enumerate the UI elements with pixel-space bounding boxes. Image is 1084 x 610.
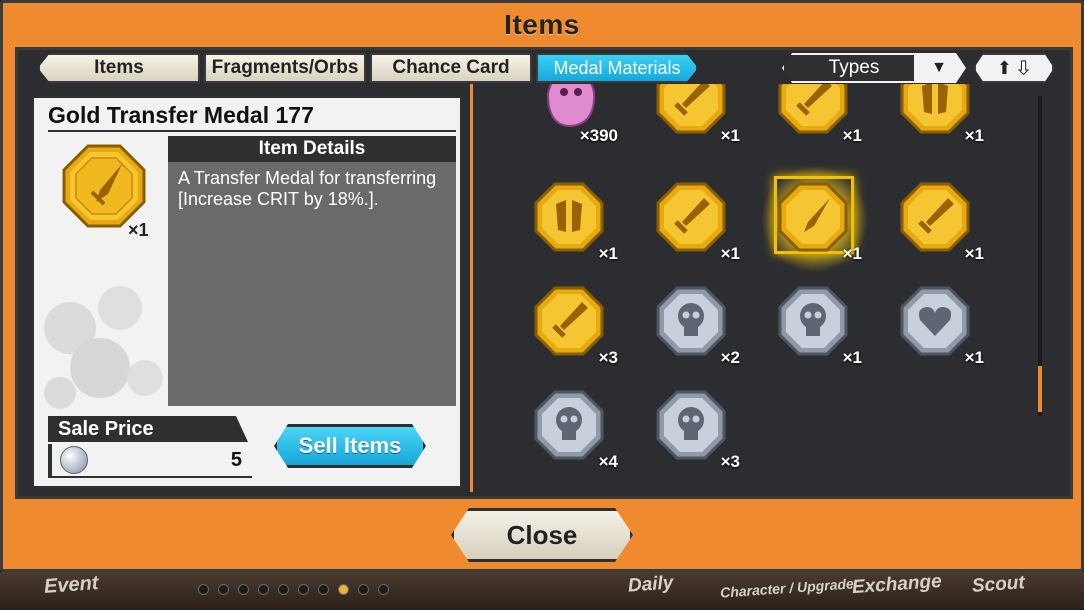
grid-item[interactable]: ×1: [508, 176, 618, 268]
item-quantity: ×1: [842, 348, 862, 367]
sell-items-button[interactable]: Sell Items: [274, 424, 426, 468]
page-dot[interactable]: [238, 584, 249, 595]
tab-chance-card[interactable]: Chance Card: [370, 53, 532, 83]
grid-item[interactable]: ×1: [752, 84, 862, 150]
tab-fragments-orbs[interactable]: Fragments/Orbs: [204, 53, 366, 83]
grid-scrollbar[interactable]: [1038, 96, 1042, 416]
silver-skull-medal-icon: [656, 390, 726, 460]
grid-item-selected[interactable]: ×1: [752, 166, 870, 272]
item-quantity: ×1: [720, 126, 740, 145]
page-dot[interactable]: [298, 584, 309, 595]
sort-down-icon: ⬇: [1016, 57, 1032, 78]
grid-item[interactable]: ×1: [874, 280, 984, 372]
item-name: Gold Transfer Medal 177: [48, 102, 456, 132]
grid-item[interactable]: ×2: [630, 280, 740, 372]
medal-grid: ×390 ×1 ×1 ×1 ×1 ×1 ×1 ×1 ×3 ×2 ×1 ×1 ×4…: [474, 84, 1054, 490]
gold-sword-medal-icon: [900, 182, 970, 252]
page-dot[interactable]: [258, 584, 269, 595]
tab-bar: Items Fragments/Orbs Chance Card Medal M…: [38, 53, 698, 85]
nav-event[interactable]: Event: [43, 572, 99, 599]
nav-daily[interactable]: Daily: [627, 572, 674, 597]
page-dot[interactable]: [378, 584, 389, 595]
tab-medal-materials[interactable]: Medal Materials: [536, 53, 698, 83]
grid-item[interactable]: ×1: [630, 176, 740, 268]
gold-sword-medal-icon: [656, 182, 726, 252]
item-quantity: ×3: [720, 452, 740, 471]
sale-price-value: 5: [230, 448, 242, 471]
gold-sword-medal-icon: [778, 84, 848, 134]
silver-skull-medal-icon: [534, 390, 604, 460]
page-dot[interactable]: [318, 584, 329, 595]
item-quantity: ×1: [842, 126, 862, 145]
types-dropdown[interactable]: Types ▼: [782, 53, 966, 83]
page-indicator: [198, 584, 389, 595]
close-button[interactable]: Close: [451, 508, 633, 562]
page-dot[interactable]: [338, 584, 349, 595]
silver-coin-icon: [60, 446, 88, 474]
item-quantity: ×1: [964, 244, 984, 263]
item-quantity: ×4: [598, 452, 618, 471]
item-quantity: ×2: [720, 348, 740, 367]
sale-price-label: Sale Price: [48, 416, 248, 442]
item-details-header: Item Details: [168, 136, 456, 162]
page-dot[interactable]: [358, 584, 369, 595]
chevron-down-icon: ▼: [914, 55, 964, 81]
scroll-thumb[interactable]: [1038, 366, 1042, 412]
item-quantity: ×1: [720, 244, 740, 263]
item-description: A Transfer Medal for transferring [Incre…: [168, 162, 456, 406]
grid-item[interactable]: ×1: [874, 176, 984, 268]
nav-scout[interactable]: Scout: [971, 572, 1025, 598]
sale-price-row: 5: [48, 444, 252, 478]
item-quantity: ×1: [964, 126, 984, 145]
sort-up-icon: ⬆: [996, 57, 1012, 78]
gold-medal-icon: [62, 144, 146, 228]
item-quantity: ×1: [598, 244, 618, 263]
tab-items[interactable]: Items: [38, 53, 200, 83]
grid-item[interactable]: ×1: [874, 84, 984, 150]
gold-sword-medal-icon: [534, 286, 604, 356]
grid-item[interactable]: ×1: [752, 280, 862, 372]
silver-heart-medal-icon: [900, 286, 970, 356]
grid-item[interactable]: ×1: [630, 84, 740, 150]
page-dot[interactable]: [198, 584, 209, 595]
grid-item[interactable]: ×390: [508, 84, 618, 150]
gold-armor-medal-icon: [534, 182, 604, 252]
gold-sword-medal-icon: [656, 84, 726, 134]
gold-armor-medal-icon: [900, 84, 970, 134]
item-quantity: ×390: [579, 126, 618, 145]
grid-item[interactable]: ×3: [508, 280, 618, 372]
item-quantity: ×1: [128, 220, 149, 240]
dialog-title: Items: [504, 9, 580, 40]
item-detail-panel: Gold Transfer Medal 177 ×1 Item Details …: [32, 96, 462, 488]
silver-skull-medal-icon: [778, 286, 848, 356]
page-dot[interactable]: [218, 584, 229, 595]
silver-skull-medal-icon: [656, 286, 726, 356]
item-quantity: ×1: [842, 244, 862, 263]
coins-watermark: [44, 286, 163, 409]
types-label: Types: [828, 57, 880, 78]
grid-item[interactable]: ×3: [630, 384, 740, 476]
item-quantity: ×3: [598, 348, 618, 367]
panel-divider: [470, 84, 473, 492]
item-quantity: ×1: [964, 348, 984, 367]
grid-item[interactable]: ×4: [508, 384, 618, 476]
page-dot[interactable]: [278, 584, 289, 595]
sort-button[interactable]: ⬆ ⬇: [974, 53, 1054, 83]
gold-needle-medal-icon: [778, 182, 848, 252]
